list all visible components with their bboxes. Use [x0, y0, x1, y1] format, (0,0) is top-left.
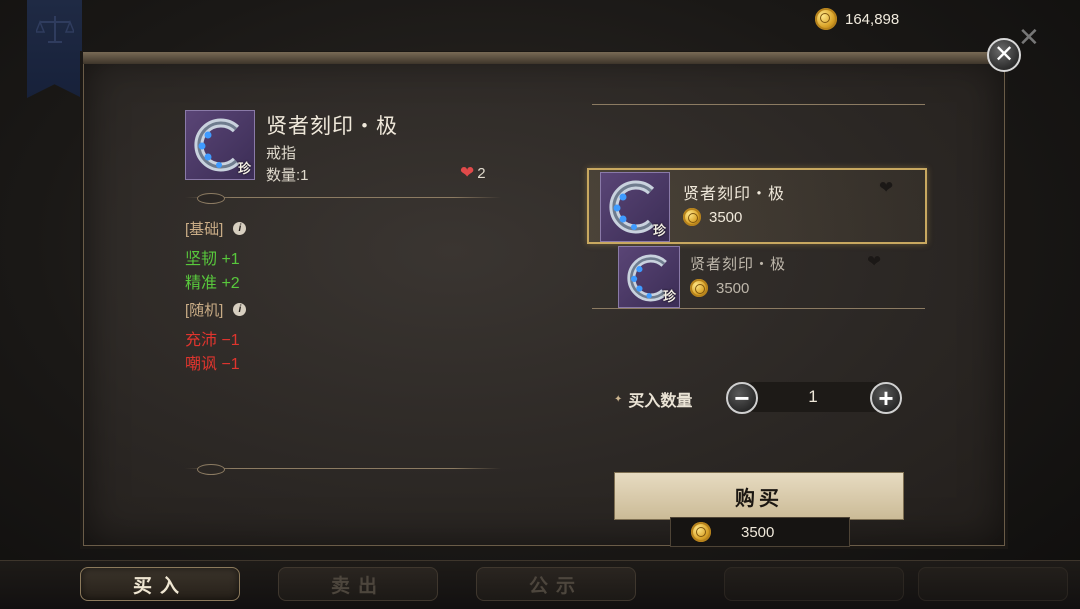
increase-quantity-button[interactable]: +: [870, 382, 902, 414]
gold-coin-icon: [690, 279, 708, 297]
rarity-badge: 珍: [652, 223, 666, 238]
random-section-title: [随机]: [185, 302, 224, 319]
base-stat-2: 精准 +2: [185, 275, 240, 292]
rarity-badge: 珍: [237, 161, 251, 176]
tab-placeholder: [918, 567, 1068, 601]
item-title: 贤者刻印・极: [266, 115, 398, 138]
total-cost: 3500: [670, 517, 850, 547]
item-quantity: 数量:1: [266, 167, 309, 184]
gold-coin-icon: [683, 208, 701, 226]
random-stat-1: 充沛 −1: [185, 332, 240, 349]
tab-announce[interactable]: 公示: [476, 567, 636, 601]
gold-coin-icon: [691, 522, 711, 542]
tab-placeholder: [724, 567, 904, 601]
detail-divider-bottom: [185, 464, 501, 475]
heart-icon: ❤: [460, 163, 475, 182]
decrease-quantity-button[interactable]: −: [726, 382, 758, 414]
base-section-title: [基础]: [185, 221, 224, 238]
base-stat-1: 坚韧 +1: [185, 251, 240, 268]
buy-quantity-text: 买入数量: [628, 393, 693, 410]
listing-price-value: 3500: [716, 279, 750, 297]
gold-amount: 164,898: [845, 10, 900, 28]
panel-top-frame: [83, 52, 1005, 64]
info-icon[interactable]: i: [233, 303, 247, 316]
item-detail-icon: 珍: [185, 110, 255, 180]
close-icon: ✕: [993, 41, 1015, 68]
listing-item-icon: 珍: [600, 172, 670, 242]
total-cost-value: 3500: [741, 523, 775, 541]
listing-row-selected[interactable]: 珍 贤者刻印・极 3500 ❤: [587, 168, 927, 244]
rarity-badge: 珍: [662, 289, 676, 304]
buy-button[interactable]: 购买: [614, 472, 904, 520]
listing-top-line: [592, 104, 925, 105]
favorite-heart-icon[interactable]: ❤: [867, 252, 881, 272]
listing-name: 贤者刻印・极: [690, 256, 787, 273]
buy-quantity-label: ✦ 买入数量: [614, 387, 692, 411]
detail-divider-top: [185, 193, 501, 204]
random-section-label: [随机] i: [185, 299, 247, 320]
favorites-value: 2: [477, 164, 486, 182]
listing-price: 3500: [690, 279, 749, 297]
bullet-icon: ✦: [614, 393, 623, 405]
gold-balance: 164,898: [815, 8, 899, 30]
tab-buy[interactable]: 买入: [80, 567, 240, 601]
quantity-value[interactable]: 1: [790, 387, 836, 407]
listing-price: 3500: [683, 208, 742, 226]
listing-name: 贤者刻印・极: [683, 186, 786, 203]
guild-banner: [27, 0, 82, 98]
base-section-label: [基础] i: [185, 218, 247, 239]
listing-price-value: 3500: [709, 208, 743, 226]
random-stat-2: 嘲讽 −1: [185, 356, 240, 373]
tab-sell[interactable]: 卖出: [278, 567, 438, 601]
scales-icon: [36, 16, 74, 43]
close-button[interactable]: ✕: [987, 38, 1021, 72]
info-icon[interactable]: i: [233, 222, 247, 235]
gold-coin-icon: [815, 8, 837, 30]
listing-row[interactable]: 珍 贤者刻印・极 3500 ❤: [612, 246, 924, 308]
background-close-icon: ✕: [1018, 22, 1040, 52]
listing-item-icon: 珍: [618, 246, 680, 308]
favorite-heart-icon[interactable]: ❤: [879, 178, 893, 198]
item-type: 戒指: [266, 145, 297, 162]
listing-bottom-line: [592, 308, 925, 309]
favorites-count: ❤ 2: [460, 163, 486, 183]
